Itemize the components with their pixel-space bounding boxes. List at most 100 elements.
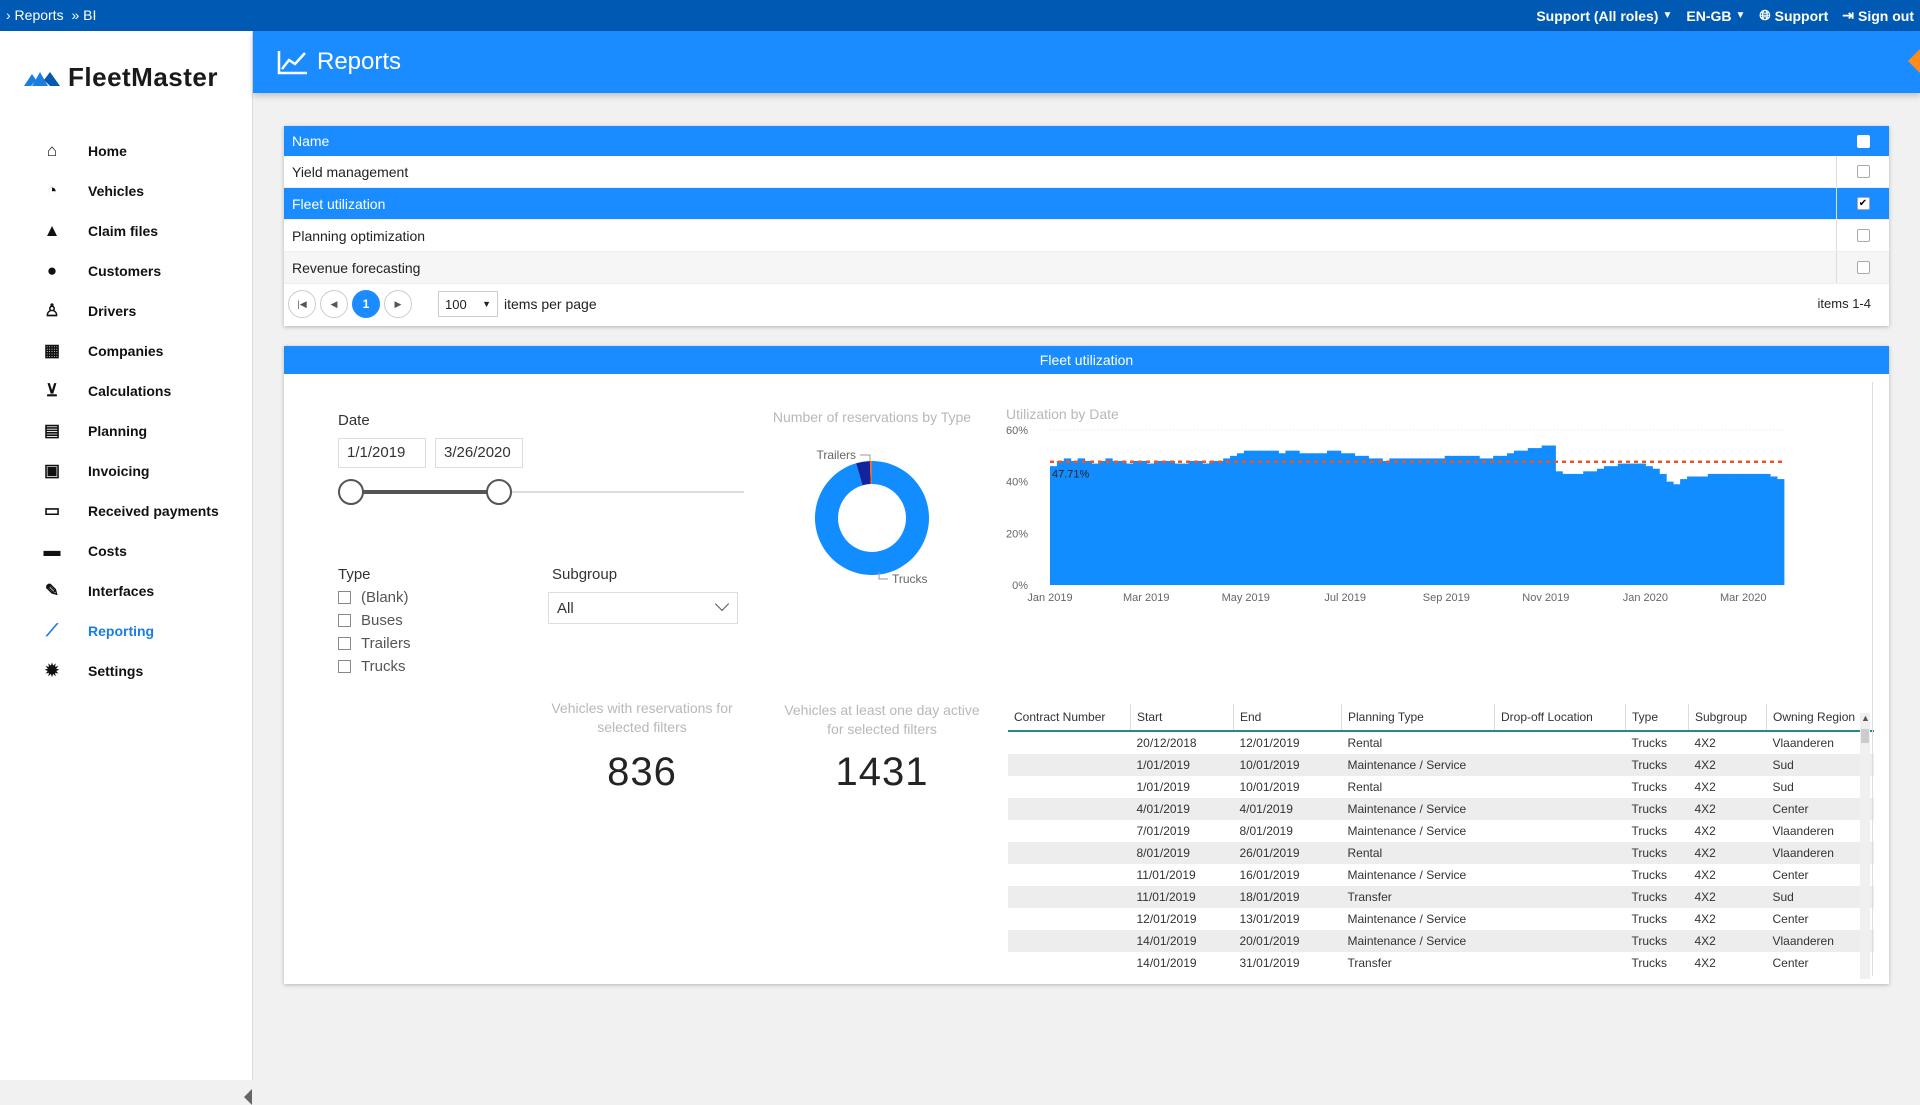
role-selector[interactable]: Support (All roles) ▼ (1536, 7, 1672, 24)
utilization-bar[interactable] (1292, 450, 1300, 585)
utilization-bar[interactable] (1209, 461, 1217, 585)
sidebar-item-planning[interactable]: ▤ Planning (0, 411, 252, 451)
utilization-bar[interactable] (1230, 455, 1238, 585)
utilization-bar[interactable] (1458, 455, 1466, 585)
utilization-bar[interactable] (1340, 453, 1349, 585)
utilization-bar[interactable] (1507, 453, 1515, 585)
utilization-bar[interactable] (1375, 458, 1383, 585)
utilization-bar[interactable] (1437, 458, 1446, 585)
utilization-bar[interactable] (1264, 450, 1272, 585)
utilization-bar[interactable] (1403, 458, 1411, 585)
sidebar-item-received-payments[interactable]: ▭ Received payments (0, 491, 252, 531)
sidebar-item-home[interactable]: ⌂ Home (0, 131, 252, 171)
grid-row[interactable]: Fleet utilization ✔ (284, 188, 1889, 220)
utilization-bar[interactable] (1680, 479, 1688, 585)
utilization-bar[interactable] (1146, 463, 1155, 585)
table-row[interactable]: 4/01/2019 4/01/2019 Maintenance / Service T… (1008, 798, 1874, 820)
utilization-bar[interactable] (1160, 461, 1169, 585)
row-checkbox[interactable] (1856, 229, 1870, 242)
utilization-bar[interactable] (1133, 461, 1141, 585)
type-option-checkbox[interactable] (338, 591, 351, 604)
utilization-bar[interactable] (1638, 463, 1646, 585)
utilization-bar[interactable] (1666, 481, 1674, 585)
utilization-bar[interactable] (1181, 463, 1189, 585)
utilization-bar[interactable] (1417, 458, 1425, 585)
table-row[interactable]: 14/01/2019 20/01/2019 Maintenance / Servic… (1008, 930, 1874, 952)
utilization-bar[interactable] (1285, 450, 1293, 585)
utilization-bar[interactable] (1777, 479, 1785, 585)
brand-logo[interactable]: FleetMaster (24, 62, 218, 93)
next-page-button[interactable]: ▶ (384, 290, 412, 318)
table-row[interactable]: 11/01/2019 18/01/2019 Transfer Trucks 4X2 Sud (1008, 886, 1874, 908)
table-row[interactable]: 7/01/2019 8/01/2019 Maintenance / Service T… (1008, 820, 1874, 842)
utilization-bar[interactable] (1603, 466, 1612, 585)
first-page-button[interactable]: |◀ (288, 290, 316, 318)
table-row[interactable]: 1/01/2019 10/01/2019 Maintenance / Service… (1008, 754, 1874, 776)
prev-page-button[interactable]: ◀ (320, 290, 348, 318)
utilization-bar[interactable] (1465, 455, 1473, 585)
utilization-bar[interactable] (1368, 458, 1376, 585)
column-header-name[interactable]: Name (284, 133, 1836, 149)
table-column-header[interactable]: Drop-off Location (1494, 704, 1626, 732)
select-all-checkbox[interactable] (1856, 134, 1870, 148)
utilization-bar[interactable] (1140, 461, 1148, 585)
utilization-bar[interactable] (1520, 450, 1529, 585)
utilization-bar[interactable] (1597, 468, 1605, 585)
grid-row[interactable]: Planning optimization (284, 220, 1889, 252)
table-column-header[interactable]: Type (1625, 704, 1689, 732)
utilization-bar[interactable] (1119, 461, 1127, 585)
utilization-bar[interactable] (1472, 455, 1480, 585)
table-column-header[interactable]: End (1233, 704, 1342, 732)
utilization-bar[interactable] (1652, 468, 1660, 585)
utilization-bar[interactable] (1243, 450, 1252, 585)
current-page-button[interactable]: 1 (352, 290, 380, 318)
sidebar-item-interfaces[interactable]: ✎ Interfaces (0, 571, 252, 611)
scroll-up-icon[interactable]: ▲ (1861, 713, 1870, 723)
table-row[interactable]: 20/12/2018 12/01/2019 Rental Trucks 4X2 Vlaan… (1008, 731, 1874, 754)
utilization-bar[interactable] (1548, 445, 1556, 586)
sidebar-item-drivers[interactable]: ♙ Drivers (0, 291, 252, 331)
utilization-bar[interactable] (1707, 473, 1716, 585)
type-option-checkbox[interactable] (338, 660, 351, 673)
date-slider-end-handle[interactable] (486, 479, 512, 505)
table-row[interactable]: 12/01/2019 13/01/2019 Maintenance / Servic… (1008, 908, 1874, 930)
sidebar-item-invoicing[interactable]: ▣ Invoicing (0, 451, 252, 491)
utilization-bar[interactable] (1749, 473, 1757, 585)
utilization-bar[interactable] (1271, 450, 1279, 585)
row-checkbox[interactable] (1856, 165, 1870, 178)
type-option-checkbox[interactable] (338, 614, 351, 627)
utilization-bar[interactable] (1326, 450, 1335, 585)
utilization-bar[interactable] (1479, 458, 1487, 585)
utilization-bar[interactable] (1202, 463, 1210, 585)
utilization-bar[interactable] (1257, 450, 1266, 585)
table-column-header[interactable]: Planning Type (1341, 704, 1495, 732)
sidebar-item-claim-files[interactable]: ▲ Claim files (0, 211, 252, 251)
utilization-bar[interactable] (1250, 450, 1259, 585)
utilization-bar[interactable] (1569, 473, 1577, 585)
utilization-bar[interactable] (1299, 453, 1307, 585)
per-page-select[interactable]: 100 ▼ (438, 291, 498, 317)
panel-toggle-tab[interactable] (1908, 49, 1920, 73)
table-row[interactable]: 14/01/2019 31/01/2019 Transfer Trucks 4X2 Cen… (1008, 952, 1874, 974)
date-slider-start-handle[interactable] (338, 479, 364, 505)
sidebar-item-calculations[interactable]: ⊻ Calculations (0, 371, 252, 411)
row-checkbox[interactable]: ✔ (1856, 197, 1870, 210)
utilization-bar[interactable] (1105, 458, 1113, 585)
utilization-bar[interactable] (1493, 455, 1501, 585)
utilization-bar[interactable] (1562, 473, 1570, 585)
row-checkbox[interactable] (1856, 261, 1870, 274)
table-scrollbar[interactable]: ▲ (1860, 713, 1870, 979)
table-column-header[interactable]: Start (1130, 704, 1234, 732)
sidebar-item-costs[interactable]: ▬ Costs (0, 531, 252, 571)
utilization-bar[interactable] (1693, 476, 1702, 586)
date-from-input[interactable]: 1/1/2019 (338, 438, 426, 468)
utilization-bar[interactable] (1382, 461, 1390, 585)
sidebar-item-settings[interactable]: ✹ Settings (0, 651, 252, 691)
utilization-bar[interactable] (1576, 473, 1584, 585)
utilization-bar[interactable] (1430, 458, 1439, 585)
utilization-bar[interactable] (1763, 473, 1771, 585)
utilization-bar[interactable] (1098, 461, 1106, 585)
breadcrumb-reports[interactable]: › Reports (6, 7, 64, 23)
utilization-bar[interactable] (1742, 473, 1750, 585)
utilization-bar[interactable] (1714, 473, 1723, 585)
